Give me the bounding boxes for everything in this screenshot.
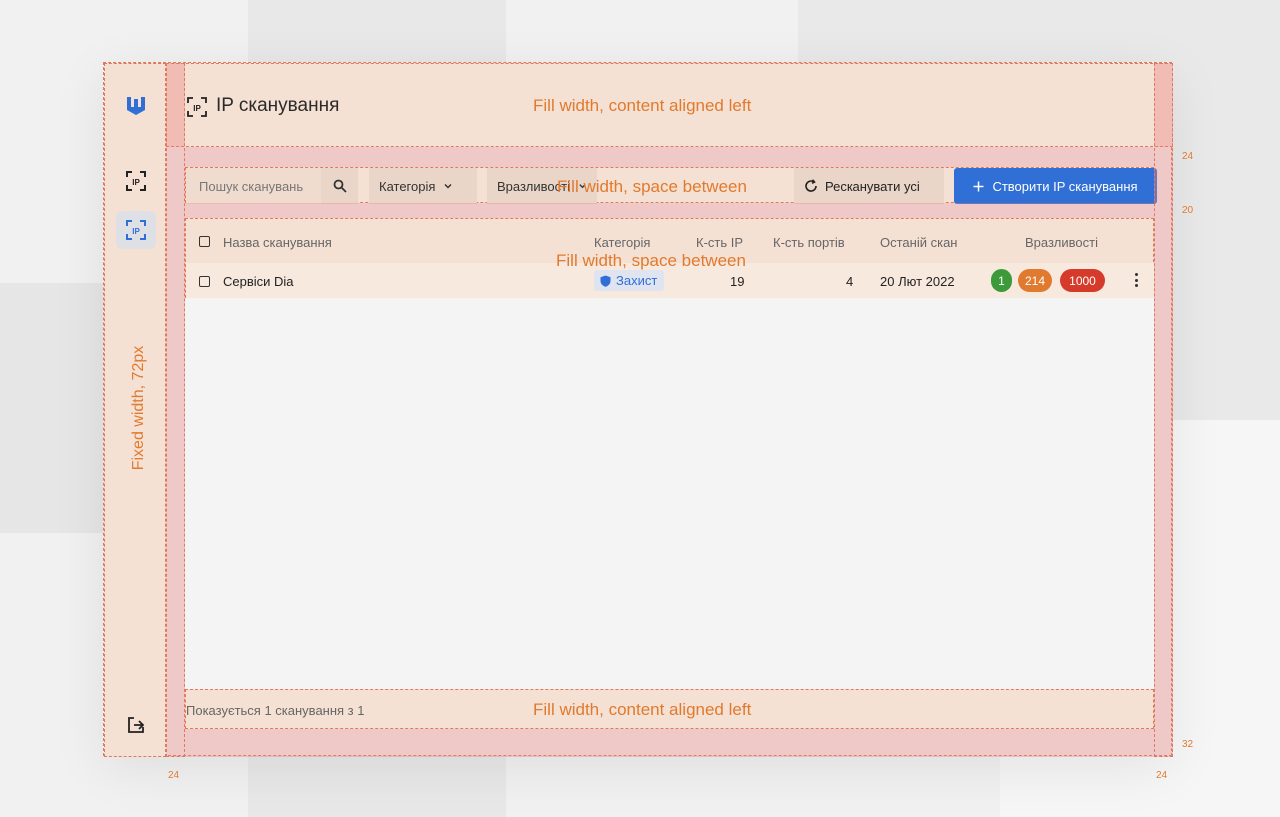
header-annotation: Fill width, content aligned left xyxy=(533,96,752,115)
gap-marker xyxy=(185,203,1154,218)
gap-marker xyxy=(185,147,1154,167)
main-column: IP IP сканування Fill width, content ali… xyxy=(166,63,1173,757)
column-header-name[interactable]: Назва сканування xyxy=(223,235,332,250)
rescan-all-label: Рескaнувати усі xyxy=(825,178,920,194)
create-ip-scan-label: Створити IP сканування xyxy=(992,178,1138,194)
sidebar-item-ip-scan-active[interactable]: IP xyxy=(116,211,156,249)
category-filter-dropdown[interactable]: Категорія xyxy=(369,168,477,204)
logout-icon xyxy=(128,717,145,733)
pagination-summary: Показується 1 сканування з 1 xyxy=(186,703,365,718)
page-footer: Показується 1 сканування з 1 Fill width,… xyxy=(185,689,1154,729)
vulnerability-low-badge: 1 xyxy=(991,269,1012,292)
ip-count: 19 xyxy=(730,274,745,289)
right-padding-marker xyxy=(1154,63,1173,757)
page-header: IP IP сканування Fill width, content ali… xyxy=(166,63,1173,147)
scan-name: Сервіси Dia xyxy=(223,274,294,289)
footer-annotation: Fill width, content aligned left xyxy=(533,700,752,719)
category-badge: Захист xyxy=(594,270,665,291)
spacing-label: 24 xyxy=(1182,151,1194,162)
sidebar-logout-button[interactable] xyxy=(116,706,156,744)
last-scan-date: 20 Лют 2022 xyxy=(880,274,955,289)
create-ip-scan-button[interactable]: Створити IP сканування xyxy=(954,168,1157,204)
column-header-vulnerabilities[interactable]: Вразливості xyxy=(1025,235,1098,250)
shield-icon xyxy=(600,275,611,287)
spacing-label: 24 xyxy=(168,770,180,781)
row-checkbox[interactable] xyxy=(199,276,210,287)
svg-text:IP: IP xyxy=(132,227,140,236)
port-count: 4 xyxy=(846,274,854,289)
sidebar-annotation: Fixed width, 72px xyxy=(130,345,147,471)
toolbar-annotation: Fill width, space between xyxy=(557,177,747,196)
category-filter-label: Категорія xyxy=(379,178,436,194)
refresh-icon xyxy=(805,179,817,192)
app-logo-icon xyxy=(127,97,145,115)
rescan-all-button[interactable]: Рескaнувати усі xyxy=(794,168,944,204)
left-padding-marker xyxy=(166,63,185,757)
toolbar: Категорія Вразливості Рескaнувати усі xyxy=(185,167,1157,204)
column-header-last-scan[interactable]: Останій скан xyxy=(880,235,957,250)
ip-scan-icon: IP xyxy=(126,220,146,240)
spacing-label: 24 xyxy=(1156,770,1168,781)
column-header-port-count[interactable]: К-сть портів xyxy=(773,235,845,250)
column-header-category[interactable]: Категорія xyxy=(594,235,650,250)
search-input[interactable] xyxy=(197,177,325,195)
ip-scan-icon: IP xyxy=(187,97,207,117)
vulnerability-high-badge: 1000 xyxy=(1060,269,1105,292)
svg-text:IP: IP xyxy=(132,178,140,187)
page-title: IP сканування xyxy=(216,95,340,116)
search-icon xyxy=(333,179,347,193)
select-all-checkbox[interactable] xyxy=(199,236,210,247)
search-button[interactable] xyxy=(321,168,358,204)
ip-scan-icon: IP xyxy=(126,171,146,191)
sidebar: IP IP Fixed width, 72px xyxy=(104,63,166,757)
plus-icon xyxy=(973,181,984,191)
sidebar-item-ip-scan[interactable]: IP xyxy=(116,162,156,200)
bottom-padding-marker xyxy=(185,729,1154,757)
column-header-ip-count[interactable]: К-сть IP xyxy=(696,235,743,250)
row-more-menu-icon[interactable] xyxy=(1134,273,1138,287)
svg-text:IP: IP xyxy=(193,104,201,113)
category-badge-label: Захист xyxy=(616,273,658,288)
scans-table: Назва сканування Категорія К-сть IP К-ст… xyxy=(185,218,1155,299)
empty-content-area xyxy=(185,298,1154,689)
vulnerability-medium-badge: 214 xyxy=(1018,269,1052,292)
app-window: IP IP Fixed width, 72px IP IP сканування… xyxy=(103,62,1173,757)
background-block xyxy=(0,283,120,533)
table-annotation: Fill width, space between xyxy=(556,251,746,270)
spacing-label: 20 xyxy=(1182,205,1194,216)
chevron-down-icon xyxy=(444,183,452,189)
spacing-label: 32 xyxy=(1182,739,1194,750)
